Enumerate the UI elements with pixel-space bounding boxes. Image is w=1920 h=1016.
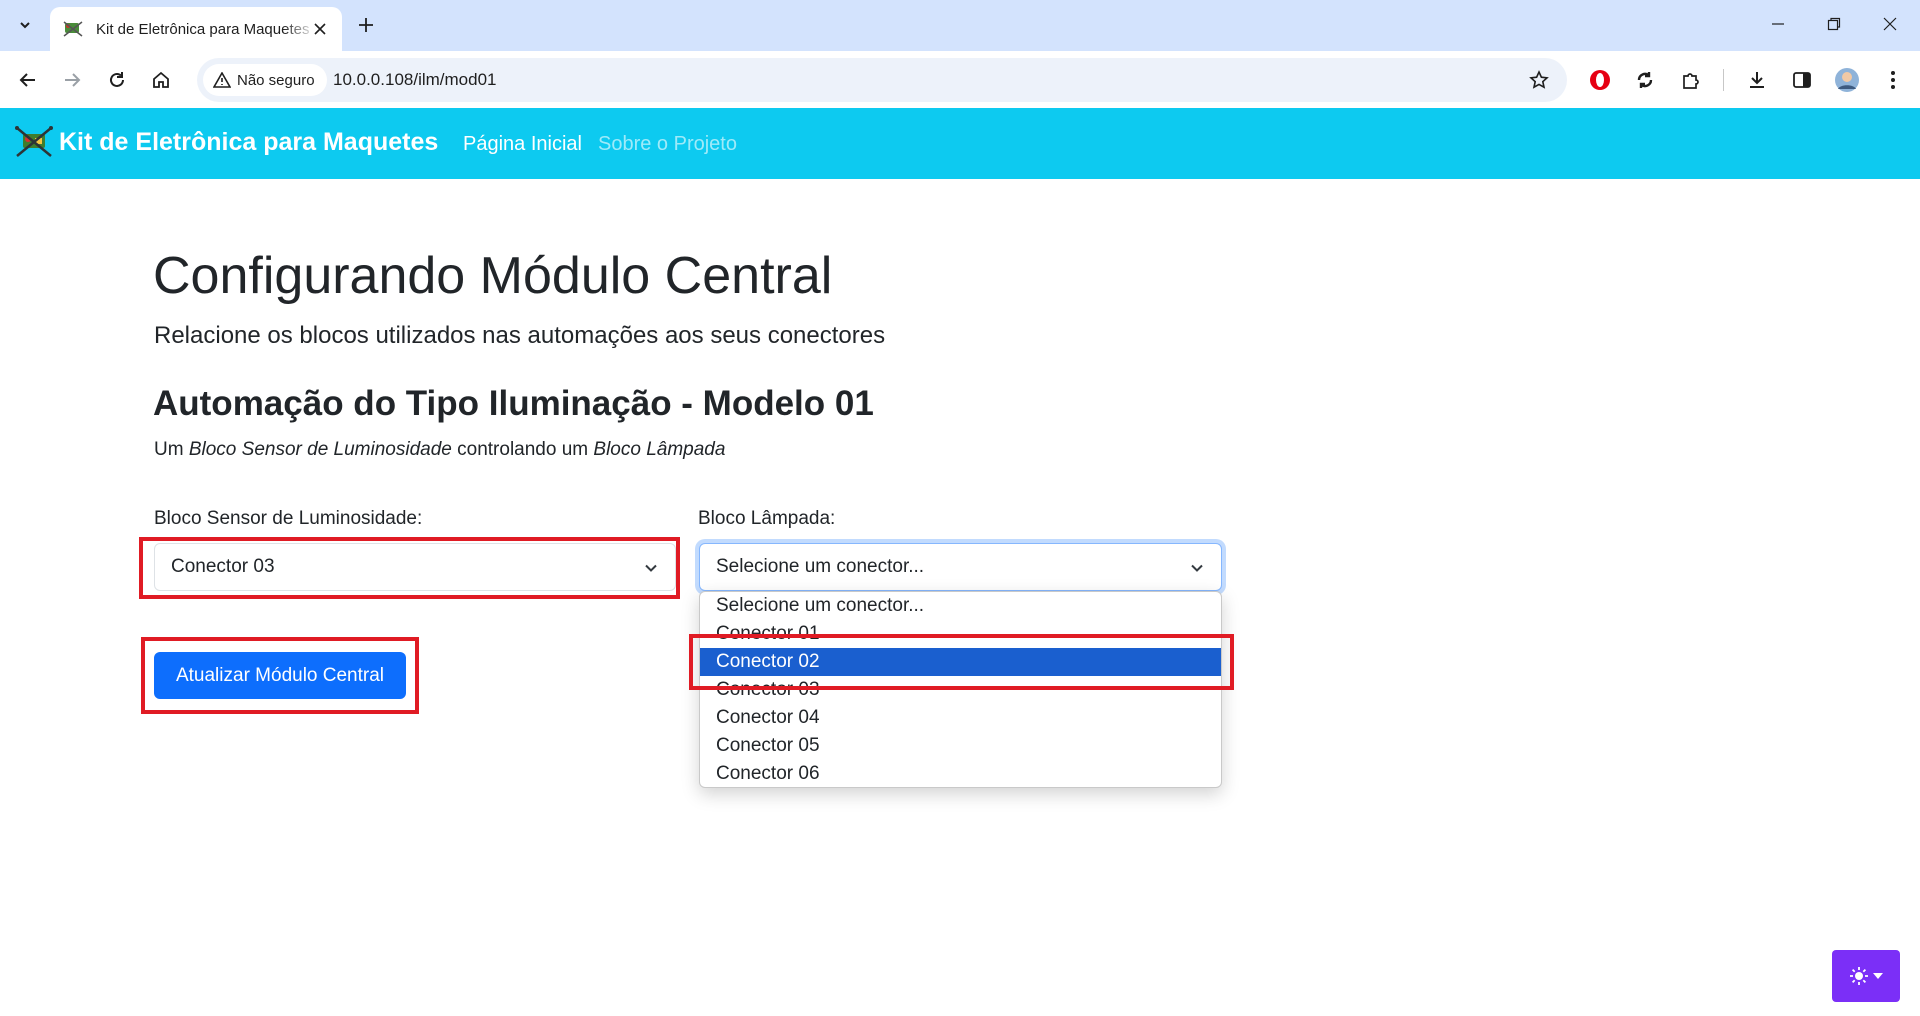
tab-title: Kit de Eletrônica para Maquetes <box>96 20 310 38</box>
kebab-menu-icon <box>1891 71 1895 89</box>
caret-down-icon <box>1873 973 1883 979</box>
lamp-connector-select[interactable]: Selecione um conector... <box>699 543 1222 591</box>
highlight-submit-button <box>141 637 419 714</box>
opera-extension-button[interactable] <box>1582 62 1618 98</box>
puzzle-icon <box>1683 73 1699 89</box>
close-tab-icon[interactable] <box>310 19 330 39</box>
new-tab-button[interactable] <box>352 11 380 39</box>
site-navbar: Kit de Eletrônica para Maquetes Página I… <box>0 108 1920 179</box>
browser-tabstrip: Kit de Eletrônica para Maquetes <box>0 0 1920 51</box>
side-panel-button[interactable] <box>1784 62 1820 98</box>
section-title: Automação do Tipo Iluminação - Modelo 01 <box>153 384 874 423</box>
site-favicon-icon <box>63 21 83 37</box>
brand-title: Kit de Eletrônica para Maquetes <box>59 127 439 156</box>
desc-sensor-block: Bloco Sensor de Luminosidade <box>188 439 452 460</box>
toolbar-divider <box>1723 69 1724 91</box>
home-icon <box>153 71 169 88</box>
restore-button[interactable] <box>1806 0 1862 48</box>
close-window-button[interactable] <box>1862 0 1918 48</box>
minimize-icon <box>1772 23 1784 25</box>
menu-button[interactable] <box>1875 62 1911 98</box>
dropdown-option[interactable]: Selecione um conector... <box>700 592 1221 620</box>
security-chip[interactable]: Não seguro <box>203 64 327 96</box>
chevron-down-icon <box>1191 564 1203 572</box>
sync-icon <box>1637 72 1653 88</box>
sensor-select-label: Bloco Sensor de Luminosidade: <box>154 508 423 529</box>
theme-toggle-button[interactable] <box>1832 950 1900 1002</box>
star-icon <box>1529 70 1549 89</box>
plus-icon <box>359 18 373 32</box>
side-panel-icon <box>1793 72 1811 88</box>
restore-icon <box>1827 17 1841 31</box>
nav-link-home[interactable]: Página Inicial <box>463 133 582 156</box>
chevron-down-icon <box>20 22 30 29</box>
electronics-kit-logo-icon <box>15 126 53 157</box>
minimize-button[interactable] <box>1750 0 1806 48</box>
highlight-lamp-option <box>689 634 1234 690</box>
opera-icon <box>1590 70 1610 90</box>
security-label: Não seguro <box>237 71 315 89</box>
page-title: Configurando Módulo Central <box>153 247 833 305</box>
reload-button[interactable] <box>99 62 135 98</box>
sun-icon <box>1850 967 1868 985</box>
extensions-button[interactable] <box>1673 62 1709 98</box>
desc-middle: controlando um <box>457 439 589 460</box>
sync-extension-button[interactable] <box>1627 62 1663 98</box>
browser-tab[interactable]: Kit de Eletrônica para Maquetes <box>50 7 342 51</box>
back-button[interactable] <box>10 62 46 98</box>
warning-icon <box>213 72 231 88</box>
forward-button[interactable] <box>54 62 90 98</box>
highlight-sensor-select <box>139 537 680 599</box>
bookmark-button[interactable] <box>1521 62 1557 98</box>
browser-toolbar: Não seguro 10.0.0.108/ilm/mod01 <box>0 51 1920 108</box>
navbar-brand[interactable]: Kit de Eletrônica para Maquetes <box>15 124 438 160</box>
desc-prefix: Um <box>154 439 184 460</box>
dropdown-option[interactable]: Conector 04 <box>700 704 1221 732</box>
nav-link-about[interactable]: Sobre o Projeto <box>598 133 737 156</box>
page-lead: Relacione os blocos utilizados nas autom… <box>154 322 886 349</box>
arrow-left-icon <box>19 73 35 87</box>
close-icon <box>1883 17 1897 31</box>
avatar <box>1835 68 1859 92</box>
download-icon <box>1750 72 1764 88</box>
dropdown-option[interactable]: Conector 05 <box>700 732 1221 760</box>
dropdown-option[interactable]: Conector 06 <box>700 760 1221 787</box>
lamp-selected-value: Selecione um conector... <box>716 556 925 577</box>
downloads-button[interactable] <box>1739 62 1775 98</box>
automation-description: Um Bloco Sensor de Luminosidade controla… <box>154 439 725 461</box>
arrow-right-icon <box>65 73 81 87</box>
reload-icon <box>110 72 124 87</box>
desc-lamp-block: Bloco Lâmpada <box>593 439 726 460</box>
url-text[interactable]: 10.0.0.108/ilm/mod01 <box>333 70 497 90</box>
address-bar[interactable]: Não seguro 10.0.0.108/ilm/mod01 <box>197 58 1567 102</box>
home-button[interactable] <box>143 62 179 98</box>
profile-button[interactable] <box>1829 62 1865 98</box>
lamp-select-label: Bloco Lâmpada: <box>698 508 836 529</box>
tab-search-button[interactable] <box>8 9 42 41</box>
